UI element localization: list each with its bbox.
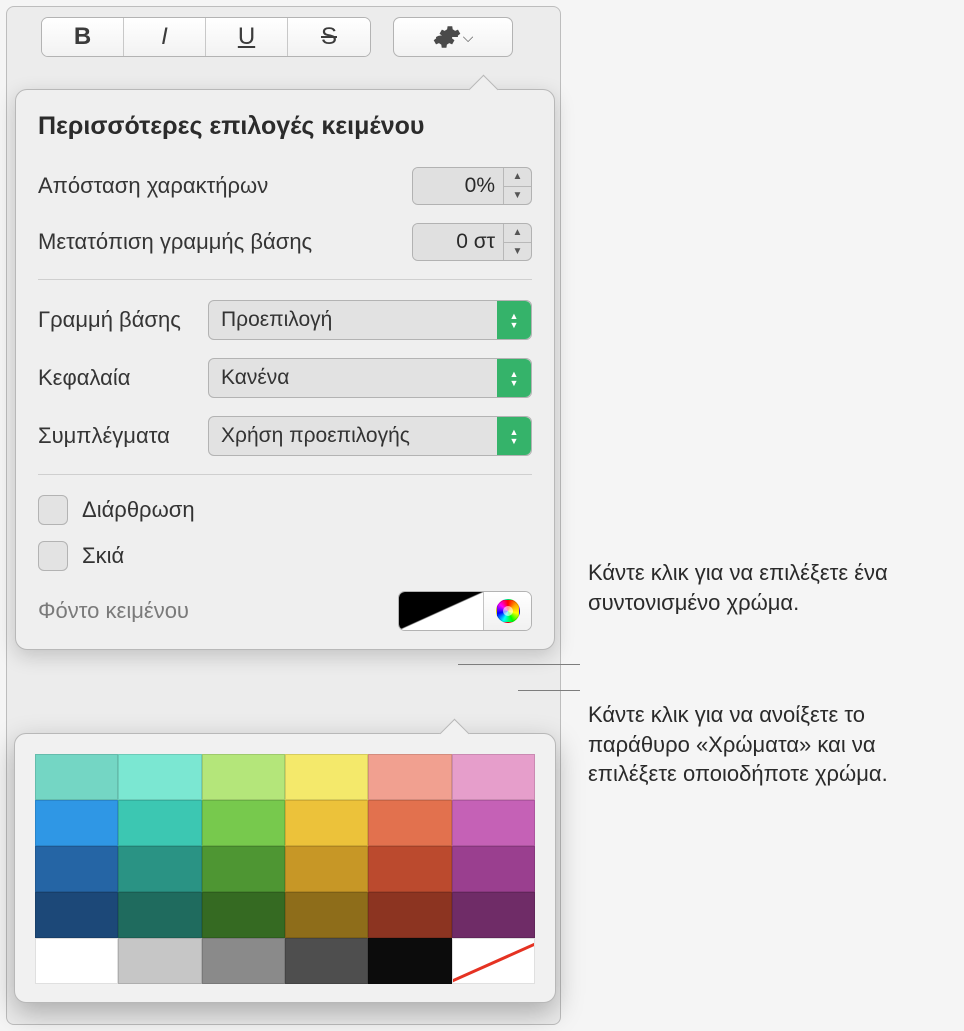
shadow-label: Σκιά — [82, 543, 124, 569]
color-swatch[interactable] — [285, 938, 368, 984]
color-wheel-icon — [496, 599, 520, 623]
baseline-shift-label: Μετατόπιση γραμμής βάσης — [38, 229, 412, 255]
color-swatch[interactable] — [452, 754, 535, 800]
caps-label: Κεφαλαία — [38, 365, 208, 391]
ligatures-select-value: Χρήση προεπιλογής — [221, 424, 410, 448]
select-arrows-icon: ▲▼ — [497, 417, 531, 455]
color-swatch[interactable] — [285, 754, 368, 800]
outline-label: Διάρθρωση — [82, 497, 195, 523]
color-swatch[interactable] — [368, 846, 451, 892]
underline-button[interactable]: U — [206, 18, 288, 56]
baseline-label: Γραμμή βάσης — [38, 307, 208, 333]
color-swatch[interactable] — [118, 800, 201, 846]
color-swatch[interactable] — [368, 892, 451, 938]
color-wheel-button[interactable] — [483, 592, 531, 630]
baseline-shift-stepper[interactable]: ▲▼ — [412, 223, 532, 261]
select-arrows-icon: ▲▼ — [497, 359, 531, 397]
popover-title: Περισσότερες επιλογές κειμένου — [38, 112, 532, 141]
coordinated-color-swatch-button[interactable] — [399, 592, 483, 630]
font-style-group: B I U S — [41, 17, 371, 57]
color-swatch[interactable] — [452, 892, 535, 938]
color-swatch[interactable] — [285, 800, 368, 846]
caps-select[interactable]: Κανένα ▲▼ — [208, 358, 532, 398]
baseline-shift-input[interactable] — [413, 224, 503, 260]
ligatures-select[interactable]: Χρήση προεπιλογής ▲▼ — [208, 416, 532, 456]
shadow-checkbox[interactable] — [38, 541, 68, 571]
outline-checkbox[interactable] — [38, 495, 68, 525]
gear-icon — [433, 23, 461, 51]
no-color-swatch[interactable] — [452, 938, 535, 984]
color-swatch[interactable] — [202, 800, 285, 846]
divider — [38, 279, 532, 280]
callout-swatch: Κάντε κλικ για να επιλέξετε ένα συντονισ… — [588, 558, 948, 617]
color-swatch[interactable] — [118, 754, 201, 800]
color-swatch[interactable] — [202, 754, 285, 800]
char-spacing-input[interactable] — [413, 168, 503, 204]
color-swatch[interactable] — [452, 800, 535, 846]
text-background-label: Φόντο κειμένου — [38, 598, 398, 624]
caps-select-value: Κανένα — [221, 366, 289, 390]
color-swatch[interactable] — [368, 754, 451, 800]
bold-button[interactable]: B — [42, 18, 124, 56]
color-swatch[interactable] — [118, 846, 201, 892]
color-palette-popover — [14, 733, 556, 1003]
chevron-down-icon: ⌵ — [463, 29, 474, 46]
char-spacing-stepper[interactable]: ▲▼ — [412, 167, 532, 205]
strikethrough-button[interactable]: S — [288, 18, 370, 56]
color-swatch[interactable] — [285, 892, 368, 938]
char-spacing-label: Απόσταση χαρακτήρων — [38, 173, 412, 199]
color-swatch[interactable] — [202, 892, 285, 938]
color-swatch[interactable] — [35, 846, 118, 892]
divider — [38, 474, 532, 475]
stepper-arrows[interactable]: ▲▼ — [503, 224, 531, 260]
stepper-arrows[interactable]: ▲▼ — [503, 168, 531, 204]
color-swatch[interactable] — [118, 938, 201, 984]
color-grid — [35, 754, 535, 984]
color-swatch[interactable] — [368, 938, 451, 984]
color-swatch[interactable] — [202, 846, 285, 892]
color-swatch[interactable] — [368, 800, 451, 846]
color-swatch[interactable] — [285, 846, 368, 892]
more-text-options-button[interactable]: ⌵ — [393, 17, 513, 57]
text-format-toolbar: B I U S ⌵ — [7, 7, 560, 63]
ligatures-label: Συμπλέγματα — [38, 423, 208, 449]
baseline-select[interactable]: Προεπιλογή ▲▼ — [208, 300, 532, 340]
color-swatch[interactable] — [452, 846, 535, 892]
color-swatch[interactable] — [118, 892, 201, 938]
color-swatch[interactable] — [35, 892, 118, 938]
color-swatch[interactable] — [35, 938, 118, 984]
more-text-options-popover: Περισσότερες επιλογές κειμένου Απόσταση … — [15, 89, 555, 650]
italic-button[interactable]: I — [124, 18, 206, 56]
select-arrows-icon: ▲▼ — [497, 301, 531, 339]
color-swatch[interactable] — [35, 754, 118, 800]
color-swatch[interactable] — [35, 800, 118, 846]
callout-wheel: Κάντε κλικ για να ανοίξετε το παράθυρο «… — [588, 700, 953, 789]
format-sidebar: B I U S ⌵ Περισσότερες επιλογές κειμένου… — [6, 6, 561, 1025]
text-background-control — [398, 591, 532, 631]
baseline-select-value: Προεπιλογή — [221, 308, 332, 332]
color-swatch[interactable] — [202, 938, 285, 984]
